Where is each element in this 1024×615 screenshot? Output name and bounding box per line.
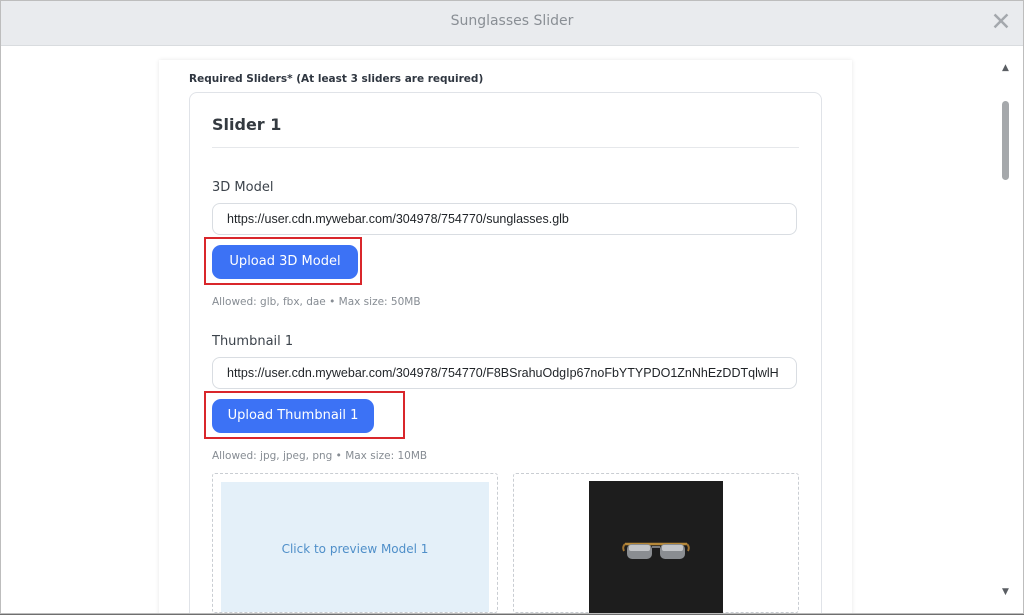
- dialog-content: Required Sliders* (At least 3 sliders ar…: [1, 46, 1023, 613]
- scroll-down-icon[interactable]: ▼: [1000, 587, 1011, 597]
- preview-model-text: Click to preview Model 1: [281, 542, 429, 556]
- model-preview[interactable]: Click to preview Model 1: [221, 482, 489, 612]
- upload-thumbnail-highlight: Upload Thumbnail 1: [204, 391, 405, 439]
- scrollbar-thumb[interactable]: [1002, 101, 1009, 180]
- thumbnail-hint: Allowed: jpg, jpeg, png • Max size: 10MB: [212, 450, 428, 462]
- model-url-input[interactable]: https://user.cdn.mywebar.com/304978/7547…: [212, 203, 797, 235]
- divider: [212, 147, 799, 148]
- upload-model-highlight: Upload 3D Model: [204, 237, 362, 285]
- upload-3d-model-button[interactable]: Upload 3D Model: [212, 245, 358, 279]
- thumbnail-image: [589, 481, 723, 613]
- model-label: 3D Model: [212, 180, 274, 195]
- thumbnail-preview-box: [513, 473, 799, 613]
- scrollbar[interactable]: ▲ ▼: [998, 46, 1013, 613]
- upload-thumbnail-button[interactable]: Upload Thumbnail 1: [212, 399, 374, 433]
- dialog-title: Sunglasses Slider: [450, 13, 574, 29]
- model-preview-box: Click to preview Model 1: [212, 473, 498, 613]
- form-panel: Required Sliders* (At least 3 sliders ar…: [159, 60, 852, 613]
- required-sliders-note: Required Sliders* (At least 3 sliders ar…: [189, 73, 484, 85]
- scroll-up-icon[interactable]: ▲: [1000, 63, 1011, 73]
- close-icon[interactable]: ✕: [989, 8, 1013, 36]
- titlebar: Sunglasses Slider ✕: [1, 1, 1023, 46]
- slider-title: Slider 1: [212, 115, 282, 134]
- slider-card: Slider 1 3D Model https://user.cdn.myweb…: [189, 92, 822, 613]
- thumbnail-label: Thumbnail 1: [212, 334, 294, 349]
- sunglasses-icon: [622, 542, 690, 559]
- thumbnail-url-input[interactable]: https://user.cdn.mywebar.com/304978/7547…: [212, 357, 797, 389]
- model-hint: Allowed: glb, fbx, dae • Max size: 50MB: [212, 296, 421, 308]
- dialog-window: Sunglasses Slider ✕ Required Sliders* (A…: [0, 0, 1024, 614]
